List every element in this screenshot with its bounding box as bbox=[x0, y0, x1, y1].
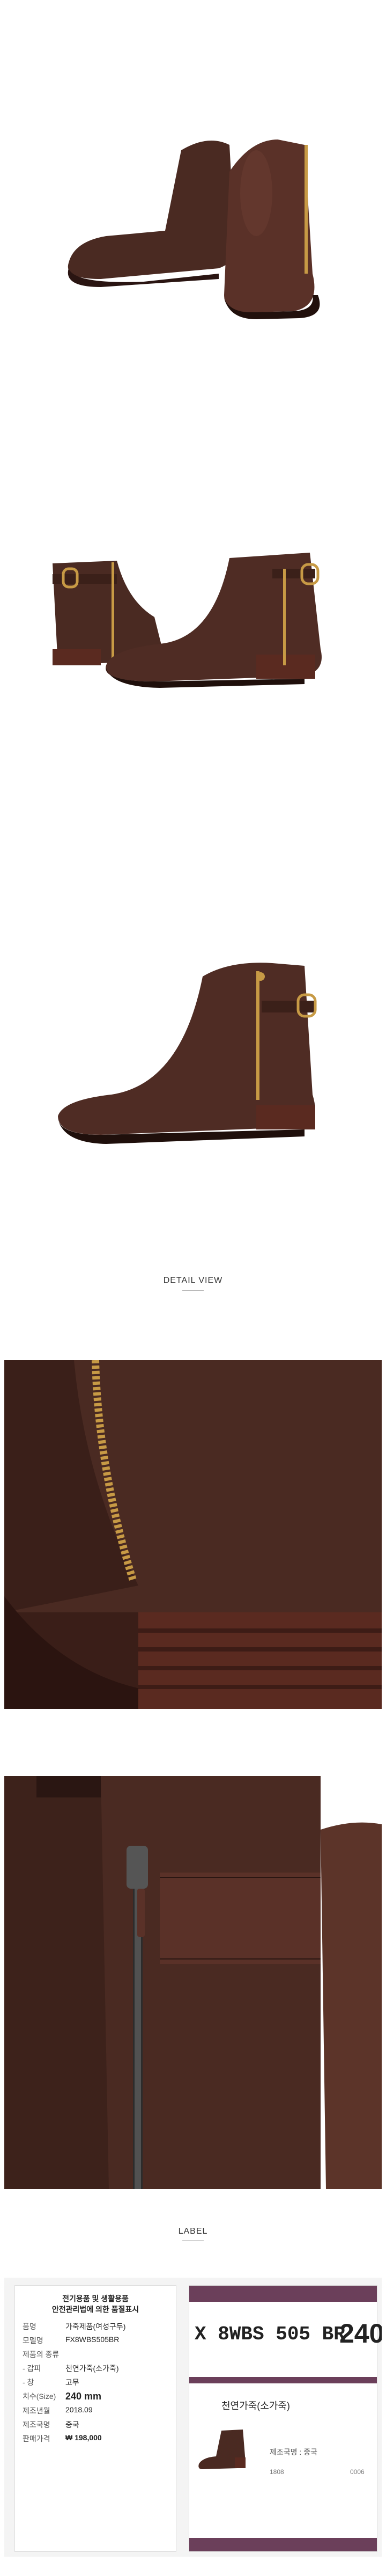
card-row: 치수(Size) 240 mm bbox=[23, 2391, 168, 2402]
tag-top-band bbox=[189, 2286, 377, 2302]
card-row: 제품의 종류 bbox=[23, 2349, 168, 2360]
tag-boot-thumbnail bbox=[198, 2430, 246, 2469]
detail-photo-heel bbox=[4, 1360, 382, 1763]
boots-pair-image bbox=[4, 16, 382, 392]
card-row-value: 천연가죽(소가죽) bbox=[65, 2364, 119, 2373]
card-row-key: 제품의 종류 bbox=[23, 2350, 60, 2359]
tag-material: 천연가죽(소가죽) bbox=[221, 2401, 290, 2411]
product-photo-1 bbox=[4, 16, 382, 392]
single-boot-image bbox=[4, 842, 382, 1245]
detail-view-heading: DETAIL VIEW bbox=[163, 1276, 223, 1285]
tag-size: 240 bbox=[339, 2318, 382, 2349]
product-photo-3 bbox=[4, 842, 382, 1245]
card-row-value: FX8WBS505BR bbox=[65, 2335, 120, 2344]
tag-origin: 제조국명 : 중국 bbox=[270, 2448, 317, 2456]
tag-small-left: 1808 bbox=[270, 2468, 284, 2476]
zipper-closeup-image bbox=[4, 1776, 382, 2189]
card-row-key: - 창 bbox=[23, 2378, 34, 2387]
detail-photo-zipper bbox=[4, 1776, 382, 2189]
tag-mid-band bbox=[189, 2377, 377, 2383]
card-row-value: 고무 bbox=[65, 2378, 79, 2387]
card-row-key: 판매가격 bbox=[23, 2434, 50, 2443]
boots-buckle-image bbox=[4, 424, 382, 805]
card-row-key: 모델명 bbox=[23, 2336, 43, 2345]
card-row-value: 가죽제품(여성구두) bbox=[65, 2322, 126, 2331]
card-row-key: - 갑피 bbox=[23, 2364, 41, 2373]
card-title-line1: 전기용품 및 생활용품 bbox=[62, 2294, 129, 2303]
card-row-value: 2018.09 bbox=[65, 2405, 93, 2414]
card-row-value: 240 mm bbox=[65, 2391, 102, 2402]
card-row-value: 중국 bbox=[65, 2420, 79, 2429]
tag-small-right: 0006 bbox=[350, 2468, 365, 2476]
card-row-value: ₩ 198,000 bbox=[65, 2433, 102, 2442]
tag-bottom-band bbox=[189, 2538, 377, 2551]
card-row: 모델명 FX8WBS505BR bbox=[23, 2335, 168, 2346]
card-row-key: 치수(Size) bbox=[23, 2392, 56, 2401]
card-row: 제조국명 중국 bbox=[23, 2419, 168, 2430]
product-photo-2 bbox=[4, 424, 382, 805]
card-title-line2: 안전관리법에 의한 품질표시 bbox=[51, 2305, 139, 2314]
card-row: 품명 가죽제품(여성구두) bbox=[23, 2321, 168, 2332]
care-label-card: 전기용품 및 생활용품 안전관리법에 의한 품질표시 품명 가죽제품(여성구두)… bbox=[15, 2286, 176, 2551]
label-heading: LABEL bbox=[178, 2227, 208, 2236]
brand-tag: X 8WBS 505 BR 240 천연가죽(소가죽) 제조국명 : 중국 18… bbox=[189, 2286, 382, 2551]
card-row: 제조년월 2018.09 bbox=[23, 2405, 168, 2416]
card-row: - 창 고무 bbox=[23, 2377, 168, 2388]
card-row: 판매가격 ₩ 198,000 bbox=[23, 2433, 168, 2444]
card-row-key: 제조국명 bbox=[23, 2420, 50, 2429]
card-row-key: 제조년월 bbox=[23, 2406, 50, 2415]
card-row-key: 품명 bbox=[23, 2322, 36, 2331]
tag-model-code: X 8WBS 505 BR bbox=[195, 2323, 345, 2345]
label-photo: 전기용품 및 생활용품 안전관리법에 의한 품질표시 품명 가죽제품(여성구두)… bbox=[4, 2278, 382, 2557]
heel-closeup-image bbox=[4, 1360, 382, 1763]
card-row: - 갑피 천연가죽(소가죽) bbox=[23, 2363, 168, 2374]
